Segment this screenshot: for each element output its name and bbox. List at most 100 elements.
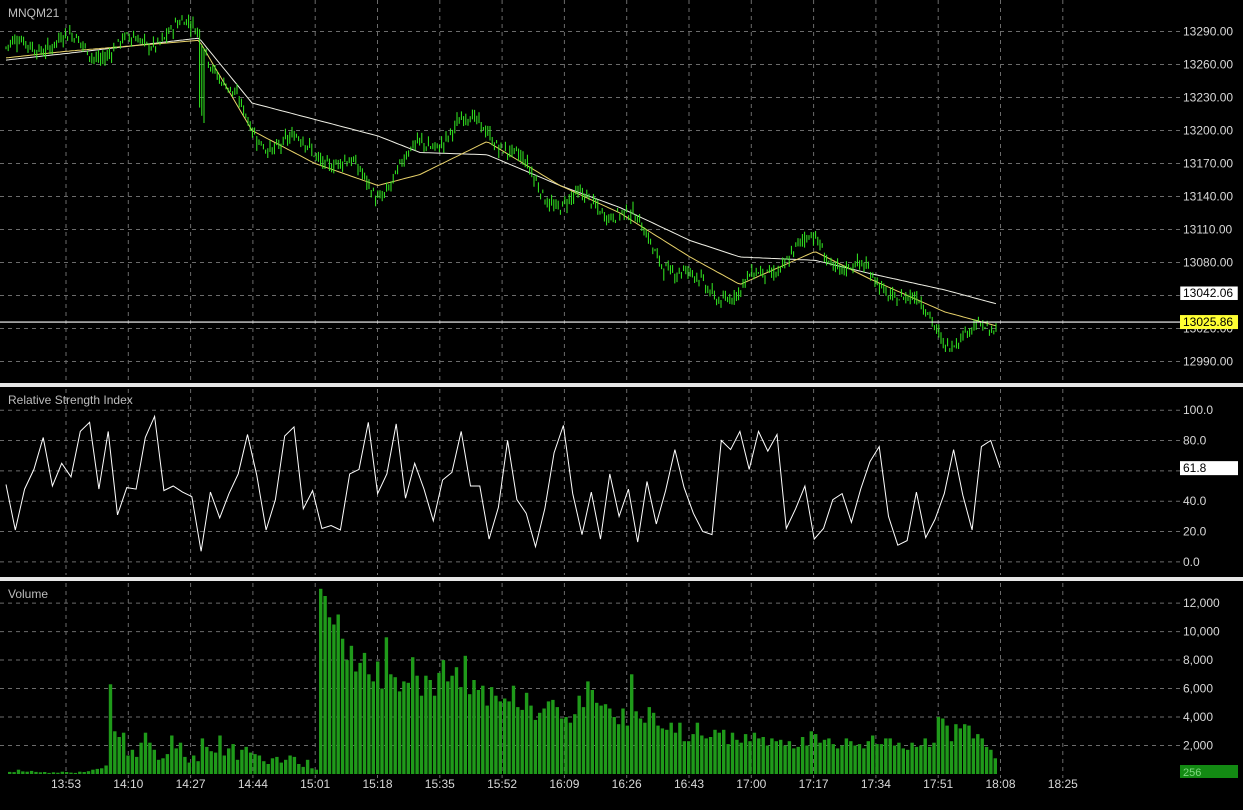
volume-bar	[411, 657, 415, 774]
volume-bar	[419, 695, 424, 774]
volume-bar	[121, 732, 126, 774]
pane-separator[interactable]	[0, 383, 1243, 387]
rsi-tick-label: 0.0	[1183, 555, 1200, 569]
time-tick-label: 16:26	[612, 777, 642, 791]
volume-bar	[38, 772, 43, 774]
time-tick-label: 18:25	[1048, 777, 1078, 791]
volume-bar	[262, 761, 266, 774]
volume-bar	[130, 749, 135, 774]
volume-bar	[638, 718, 643, 774]
volume-bar	[257, 755, 262, 774]
rsi-value-tag: 61.8	[1180, 461, 1238, 476]
volume-bar	[765, 745, 770, 774]
volume-bar	[485, 705, 489, 774]
volume-bar	[292, 756, 297, 774]
volume-bar	[779, 739, 783, 774]
volume-bar	[835, 748, 840, 774]
volume-bar	[796, 746, 800, 774]
volume-bar	[616, 724, 621, 774]
volume-bar	[581, 707, 586, 774]
volume-bar	[695, 722, 700, 774]
time-tick-label: 17:34	[861, 777, 891, 791]
volume-bar	[564, 717, 568, 774]
volume-bar	[700, 735, 704, 774]
volume-bar	[135, 756, 139, 774]
time-tick-label: 15:01	[300, 777, 330, 791]
time-tick-label: 17:51	[923, 777, 953, 791]
volume-bar	[945, 725, 949, 774]
volume-bar	[174, 748, 178, 774]
time-axis: 13:53 14:10 14:27 14:44 15:01 15:18 15:35 15:52…	[51, 777, 1078, 791]
volume-bar	[546, 701, 551, 774]
price-tick-label: 13230.00	[1183, 91, 1233, 105]
volume-bar	[60, 771, 64, 774]
volume-bar	[284, 759, 288, 774]
volume-bar	[266, 764, 270, 774]
volume-tick-label: 10,000	[1183, 625, 1220, 639]
volume-bar	[949, 741, 954, 774]
volume-bar	[248, 752, 253, 774]
volume-bar	[862, 748, 866, 774]
volume-bar	[901, 748, 905, 774]
volume-tick-label: 12,000	[1183, 596, 1220, 610]
volume-bar	[871, 735, 875, 774]
volume-bar	[761, 737, 765, 774]
volume-bar	[424, 675, 428, 774]
chart-canvas[interactable]: 13290.00 13260.00 13230.00 13200.00 13170.00…	[0, 0, 1243, 810]
volume-bar	[651, 712, 656, 774]
volume-bar	[244, 746, 248, 774]
rsi-value-tag-text: 61.8	[1183, 461, 1207, 475]
volume-bar	[340, 638, 345, 774]
volume-bar	[463, 655, 467, 774]
volume-bar	[441, 660, 446, 774]
volume-bar	[406, 682, 410, 774]
volume-bar	[139, 742, 143, 774]
volume-bar	[542, 708, 546, 774]
volume-bar	[446, 681, 450, 774]
pane-separator[interactable]	[0, 577, 1243, 581]
volume-bar	[345, 660, 349, 774]
volume-bar	[196, 761, 200, 774]
volume-bar	[143, 732, 148, 774]
volume-bar	[669, 722, 673, 774]
volume-bar	[814, 734, 818, 774]
volume-bar	[354, 671, 358, 774]
volume-bar	[643, 722, 647, 774]
rsi-tick-label: 40.0	[1183, 494, 1207, 508]
volume-bar	[82, 772, 86, 774]
volume-bar	[678, 722, 682, 774]
volume-bar	[822, 739, 827, 774]
volume-bar	[25, 771, 29, 774]
volume-bar	[660, 728, 665, 774]
volume-bar	[498, 701, 502, 774]
volume-bar	[187, 762, 191, 774]
volume-bar	[91, 769, 95, 774]
volume-bar	[936, 717, 941, 774]
time-tick-label: 15:18	[362, 777, 392, 791]
volume-bar	[735, 739, 739, 774]
volume-bar	[529, 705, 533, 774]
price-tick-label: 13260.00	[1183, 58, 1233, 72]
time-tick-label: 15:35	[425, 777, 455, 791]
last-price-tag: 13025.86	[1180, 315, 1238, 330]
volume-bar	[963, 724, 967, 774]
volume-bar	[148, 742, 152, 774]
volume-bar	[555, 707, 559, 774]
time-tick-label: 15:52	[487, 777, 517, 791]
volume-bar	[472, 680, 476, 774]
ma-price-tag: 13042.06	[1179, 285, 1239, 301]
time-tick-label: 13:53	[51, 777, 81, 791]
volume-bar	[849, 741, 853, 774]
volume-bar	[279, 762, 283, 774]
volume-bar	[647, 707, 651, 774]
price-tick-label: 13110.00	[1183, 223, 1232, 237]
volume-bar	[450, 675, 454, 774]
volume-bar	[524, 692, 529, 774]
volume-bar	[178, 742, 183, 774]
rsi-tick-label: 80.0	[1183, 434, 1207, 448]
volume-bar	[376, 661, 380, 774]
volume-bar	[507, 701, 511, 774]
volume-value-tag-text: 256	[1183, 767, 1201, 779]
volume-bar	[152, 749, 156, 774]
volume-bar	[332, 624, 336, 774]
